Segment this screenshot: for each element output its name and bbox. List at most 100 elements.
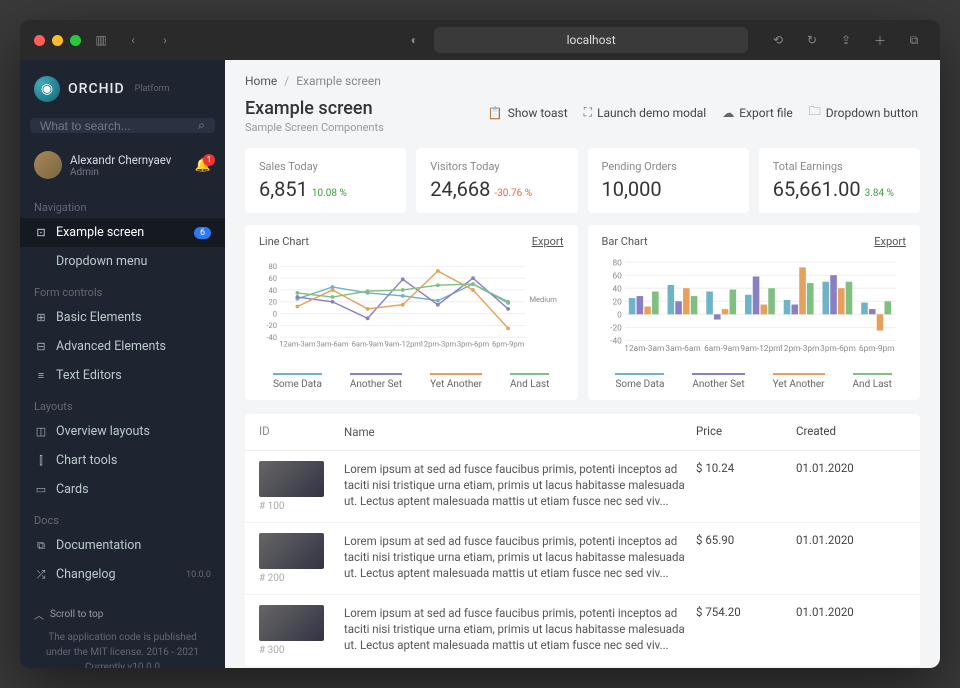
expand-icon: ⛶: [584, 105, 592, 120]
svg-text:-40: -40: [610, 337, 622, 347]
stat-pct: 3.84 %: [865, 188, 894, 199]
share-icon[interactable]: ⇪: [834, 28, 858, 52]
nav-label: Chart tools: [56, 453, 117, 468]
nav-label: Advanced Elements: [56, 339, 166, 354]
user-name: Alexandr Chernyaev: [70, 153, 171, 167]
nav-label: Example screen: [56, 225, 144, 240]
row-created: 01.01.2020: [796, 533, 906, 547]
svg-text:12pm-3pm: 12pm-3pm: [779, 344, 819, 354]
legend-item: And Last: [510, 373, 549, 390]
nav-label: Dropdown menu: [56, 254, 147, 269]
show-toast-button[interactable]: 📋Show toast: [486, 98, 570, 127]
svg-text:0: 0: [273, 309, 277, 318]
data-table: ID Name Price Created # 100 Lorem ipsum …: [245, 414, 920, 667]
stat-pct: 10.08 %: [312, 188, 347, 199]
svg-text:-20: -20: [266, 321, 277, 330]
export-link[interactable]: Export: [532, 235, 564, 248]
nav-icon: ⊡: [34, 226, 48, 239]
svg-text:6am-9am: 6am-9am: [704, 344, 739, 354]
url-bar[interactable]: localhost: [434, 27, 748, 53]
breadcrumb-root[interactable]: Home: [245, 74, 277, 88]
svg-text:80: 80: [268, 262, 276, 271]
back-icon[interactable]: ‹: [121, 28, 145, 52]
svg-text:3am-6am: 3am-6am: [316, 340, 348, 349]
export-link[interactable]: Export: [874, 235, 906, 248]
refresh-icon[interactable]: ↻: [800, 28, 824, 52]
search-box[interactable]: ⌕: [30, 118, 215, 133]
row-name: Lorem ipsum at sed ad fusce faucibus pri…: [344, 461, 696, 509]
row-thumbnail: [259, 461, 324, 497]
svg-text:-40: -40: [266, 333, 277, 342]
sidebar-item-basic-elements[interactable]: ⊞Basic Elements: [20, 303, 225, 332]
svg-text:60: 60: [612, 271, 622, 281]
maximize-window-icon[interactable]: [70, 35, 81, 46]
app-window: ▥ ‹ › ◐ localhost ⟲ ↻ ⇪ ＋ ⧉ ◉ ORCHID Pla…: [20, 20, 940, 668]
section-title: Layouts: [20, 390, 225, 417]
legend-item: Yet Another: [430, 373, 482, 390]
table-row[interactable]: # 300 Lorem ipsum at sed ad fusce faucib…: [245, 595, 920, 667]
chart-title: Bar Chart: [602, 235, 648, 248]
nav-icon: ⊟: [34, 340, 48, 353]
row-price: $ 754.20: [696, 605, 796, 619]
nav-icon: ≡: [34, 369, 48, 382]
stat-card: Pending Orders 10,000: [588, 148, 749, 213]
nav-badge: 6: [194, 227, 211, 239]
svg-text:20: 20: [268, 298, 276, 307]
legend-item: And Last: [853, 373, 892, 390]
sidebar-item-text-editors[interactable]: ≡Text Editors: [20, 361, 225, 390]
row-id: # 100: [259, 501, 344, 512]
svg-text:60: 60: [268, 274, 276, 283]
search-input[interactable]: [40, 119, 198, 133]
sidebar-item-documentation[interactable]: ⧉Documentation: [20, 531, 225, 560]
legend-item: Yet Another: [773, 373, 825, 390]
stat-value: 24,668-30.76 %: [430, 177, 563, 201]
svg-text:80: 80: [612, 258, 622, 268]
sidebar-toggle-icon[interactable]: ▥: [89, 28, 113, 52]
row-price: $ 10.24: [696, 461, 796, 475]
svg-text:6pm-9pm: 6pm-9pm: [858, 344, 894, 354]
close-window-icon[interactable]: [34, 35, 45, 46]
sidebar-item-example-screen[interactable]: ⊡ Example screen 6: [20, 218, 225, 247]
section-title: Docs: [20, 504, 225, 531]
nav-icon: ⫿: [34, 454, 48, 468]
new-tab-icon[interactable]: ＋: [868, 28, 892, 52]
sidebar-item-dropdown-menu[interactable]: Dropdown menu: [20, 247, 225, 276]
svg-text:40: 40: [612, 284, 622, 294]
sidebar-item-changelog[interactable]: ⤮Changelog10.0.0: [20, 560, 225, 589]
launch-modal-button[interactable]: ⛶Launch demo modal: [582, 98, 709, 127]
svg-text:-20: -20: [610, 323, 622, 333]
minimize-window-icon[interactable]: [52, 35, 63, 46]
user-role: Admin: [70, 167, 171, 178]
stat-label: Visitors Today: [430, 160, 563, 173]
sidebar-item-chart-tools[interactable]: ⫿ Chart tools: [20, 446, 225, 475]
svg-text:12am-3am: 12am-3am: [279, 340, 316, 349]
sidebar-item-overview-layouts[interactable]: ◫Overview layouts: [20, 417, 225, 446]
dropdown-button[interactable]: 🗀Dropdown button: [807, 98, 920, 127]
sidebar-item-cards[interactable]: ▭Cards: [20, 475, 225, 504]
stat-pct: -30.76 %: [494, 188, 532, 199]
page-subtitle: Sample Screen Components: [245, 121, 384, 134]
legend-item: Some Data: [273, 373, 322, 390]
brand[interactable]: ◉ ORCHID Platform: [20, 60, 225, 112]
export-file-button[interactable]: ☁Export file: [720, 98, 795, 127]
translate-icon[interactable]: ⟲: [766, 28, 790, 52]
sidebar-item-advanced-elements[interactable]: ⊟ Advanced Elements: [20, 332, 225, 361]
table-row[interactable]: # 100 Lorem ipsum at sed ad fusce faucib…: [245, 451, 920, 523]
shield-icon[interactable]: ◐: [402, 28, 426, 52]
table-row[interactable]: # 200 Lorem ipsum at sed ad fusce faucib…: [245, 523, 920, 595]
brand-sub: Platform: [135, 84, 170, 94]
svg-text:Medium: Medium: [529, 295, 557, 304]
forward-icon[interactable]: ›: [153, 28, 177, 52]
scroll-to-top-button[interactable]: ︿ Scroll to top: [34, 599, 211, 630]
page-header: Example screen Sample Screen Components …: [225, 88, 940, 148]
user-block[interactable]: Alexandr Chernyaev Admin 🔔 1: [20, 139, 225, 191]
notifications-button[interactable]: 🔔 1: [195, 158, 211, 173]
titlebar: ▥ ‹ › ◐ localhost ⟲ ↻ ⇪ ＋ ⧉: [20, 20, 940, 60]
svg-text:12am-3am: 12am-3am: [624, 344, 664, 354]
legend-item: Some Data: [615, 373, 664, 390]
stat-card: Visitors Today 24,668-30.76 %: [416, 148, 577, 213]
tabs-icon[interactable]: ⧉: [902, 28, 926, 52]
breadcrumb: Home / Example screen: [225, 60, 940, 88]
breadcrumb-current: Example screen: [296, 74, 381, 88]
svg-text:40: 40: [268, 286, 276, 295]
